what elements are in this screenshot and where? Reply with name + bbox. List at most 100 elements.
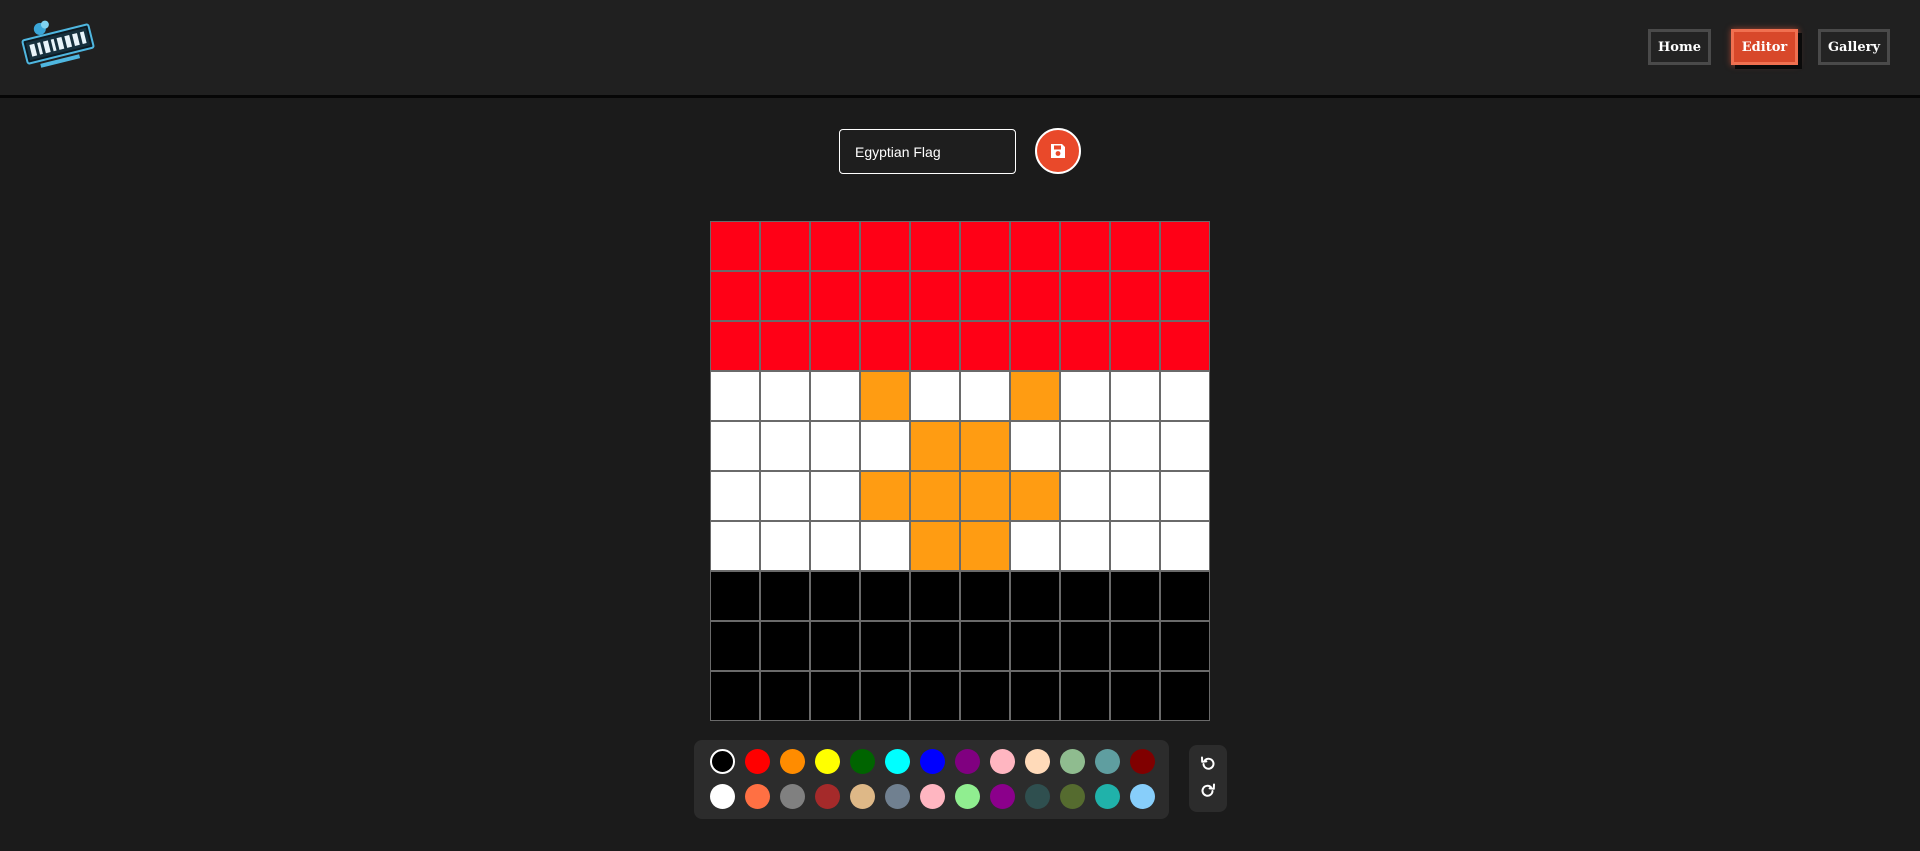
pixel-cell[interactable] bbox=[1010, 421, 1060, 471]
pixel-cell[interactable] bbox=[1010, 471, 1060, 521]
pixel-cell[interactable] bbox=[760, 271, 810, 321]
pixel-cell[interactable] bbox=[910, 471, 960, 521]
pixel-cell[interactable] bbox=[1160, 571, 1210, 621]
pixel-cell[interactable] bbox=[860, 471, 910, 521]
pixel-cell[interactable] bbox=[810, 521, 860, 571]
pixel-cell[interactable] bbox=[960, 321, 1010, 371]
pixel-cell[interactable] bbox=[910, 321, 960, 371]
pixel-cell[interactable] bbox=[1110, 421, 1160, 471]
pixel-cell[interactable] bbox=[860, 521, 910, 571]
pixel-cell[interactable] bbox=[960, 521, 1010, 571]
color-swatch[interactable] bbox=[885, 784, 910, 809]
pixel-cell[interactable] bbox=[1010, 371, 1060, 421]
pixel-cell[interactable] bbox=[1010, 571, 1060, 621]
pixel-cell[interactable] bbox=[960, 471, 1010, 521]
color-swatch[interactable] bbox=[850, 784, 875, 809]
pixel-cell[interactable] bbox=[1110, 221, 1160, 271]
artwork-title-input[interactable] bbox=[839, 129, 1016, 174]
pixel-cell[interactable] bbox=[910, 571, 960, 621]
pixel-cell[interactable] bbox=[960, 571, 1010, 621]
pixel-cell[interactable] bbox=[910, 371, 960, 421]
nav-editor-button[interactable]: Editor bbox=[1731, 29, 1798, 65]
redo-button[interactable] bbox=[1197, 780, 1219, 802]
pixel-cell[interactable] bbox=[760, 471, 810, 521]
pixel-cell[interactable] bbox=[1110, 321, 1160, 371]
pixel-cell[interactable] bbox=[860, 271, 910, 321]
nav-home-button[interactable]: Home bbox=[1648, 29, 1711, 65]
pixel-cell[interactable] bbox=[1060, 671, 1110, 721]
color-swatch[interactable] bbox=[1130, 784, 1155, 809]
undo-button[interactable] bbox=[1197, 753, 1219, 775]
pixel-cell[interactable] bbox=[960, 221, 1010, 271]
pixel-cell[interactable] bbox=[1010, 621, 1060, 671]
pixel-cell[interactable] bbox=[1160, 671, 1210, 721]
pixel-cell[interactable] bbox=[860, 671, 910, 721]
color-swatch[interactable] bbox=[815, 784, 840, 809]
pixel-cell[interactable] bbox=[810, 571, 860, 621]
pixel-cell[interactable] bbox=[710, 321, 760, 371]
pixel-cell[interactable] bbox=[760, 221, 810, 271]
pixel-cell[interactable] bbox=[910, 521, 960, 571]
pixel-canvas[interactable] bbox=[710, 221, 1210, 721]
color-swatch[interactable] bbox=[1060, 784, 1085, 809]
color-swatch[interactable] bbox=[955, 749, 980, 774]
pixel-cell[interactable] bbox=[1160, 321, 1210, 371]
pixel-cell[interactable] bbox=[1110, 621, 1160, 671]
pixel-cell[interactable] bbox=[960, 621, 1010, 671]
pixel-cell[interactable] bbox=[1010, 271, 1060, 321]
pixel-cell[interactable] bbox=[1110, 571, 1160, 621]
color-swatch[interactable] bbox=[815, 749, 840, 774]
pixel-cell[interactable] bbox=[710, 221, 760, 271]
color-swatch[interactable] bbox=[955, 784, 980, 809]
pixel-cell[interactable] bbox=[1010, 521, 1060, 571]
pixel-cell[interactable] bbox=[910, 421, 960, 471]
pixel-cell[interactable] bbox=[760, 421, 810, 471]
pixel-cell[interactable] bbox=[710, 421, 760, 471]
pixel-cell[interactable] bbox=[710, 371, 760, 421]
pixel-cell[interactable] bbox=[1110, 271, 1160, 321]
pixel-cell[interactable] bbox=[710, 521, 760, 571]
pixel-cell[interactable] bbox=[710, 471, 760, 521]
pixel-cell[interactable] bbox=[810, 371, 860, 421]
pixel-cell[interactable] bbox=[710, 671, 760, 721]
pixel-cell[interactable] bbox=[910, 271, 960, 321]
pixel-cell[interactable] bbox=[1060, 221, 1110, 271]
app-logo[interactable] bbox=[20, 15, 96, 73]
pixel-cell[interactable] bbox=[960, 671, 1010, 721]
pixel-cell[interactable] bbox=[860, 571, 910, 621]
pixel-cell[interactable] bbox=[1160, 221, 1210, 271]
pixel-cell[interactable] bbox=[1160, 421, 1210, 471]
color-swatch[interactable] bbox=[1060, 749, 1085, 774]
pixel-cell[interactable] bbox=[1010, 221, 1060, 271]
pixel-cell[interactable] bbox=[910, 221, 960, 271]
pixel-cell[interactable] bbox=[760, 521, 810, 571]
pixel-cell[interactable] bbox=[1060, 321, 1110, 371]
pixel-cell[interactable] bbox=[860, 421, 910, 471]
pixel-cell[interactable] bbox=[1160, 271, 1210, 321]
color-swatch[interactable] bbox=[1095, 749, 1120, 774]
color-swatch[interactable] bbox=[1025, 784, 1050, 809]
pixel-cell[interactable] bbox=[960, 421, 1010, 471]
pixel-cell[interactable] bbox=[810, 271, 860, 321]
nav-gallery-button[interactable]: Gallery bbox=[1818, 29, 1890, 65]
color-swatch[interactable] bbox=[850, 749, 875, 774]
pixel-cell[interactable] bbox=[860, 221, 910, 271]
pixel-cell[interactable] bbox=[1060, 471, 1110, 521]
pixel-cell[interactable] bbox=[1010, 671, 1060, 721]
pixel-cell[interactable] bbox=[810, 321, 860, 371]
pixel-cell[interactable] bbox=[810, 671, 860, 721]
pixel-cell[interactable] bbox=[1160, 471, 1210, 521]
pixel-cell[interactable] bbox=[1110, 521, 1160, 571]
color-swatch[interactable] bbox=[920, 749, 945, 774]
pixel-cell[interactable] bbox=[760, 321, 810, 371]
color-swatch[interactable] bbox=[745, 784, 770, 809]
save-button[interactable] bbox=[1035, 128, 1081, 174]
pixel-cell[interactable] bbox=[1010, 321, 1060, 371]
color-swatch[interactable] bbox=[1025, 749, 1050, 774]
pixel-cell[interactable] bbox=[1160, 521, 1210, 571]
pixel-cell[interactable] bbox=[1060, 521, 1110, 571]
pixel-cell[interactable] bbox=[960, 371, 1010, 421]
color-swatch[interactable] bbox=[780, 784, 805, 809]
pixel-cell[interactable] bbox=[710, 271, 760, 321]
color-swatch[interactable] bbox=[710, 784, 735, 809]
